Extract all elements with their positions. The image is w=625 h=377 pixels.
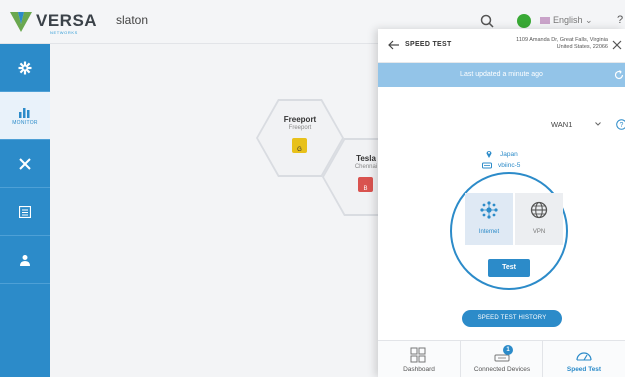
user-icon — [20, 254, 30, 266]
chevron-down-icon: ⌄ — [585, 15, 593, 25]
appliance-letter: B — [363, 186, 368, 192]
logo-text: VERSA — [36, 11, 98, 30]
appliance-icon: B — [358, 177, 373, 192]
option-vpn[interactable]: VPN — [515, 193, 563, 245]
sidebar-item-configure[interactable] — [0, 44, 50, 92]
status-indicator-icon[interactable] — [517, 14, 531, 28]
language-label: English — [553, 15, 583, 25]
tab-dashboard[interactable]: Dashboard — [378, 341, 460, 377]
option-label: Internet — [478, 229, 500, 235]
device-text: vbiinc-5 — [498, 161, 521, 169]
tab-label: Connected Devices — [473, 366, 531, 373]
speed-test-history-button[interactable]: SPEED TEST HISTORY — [462, 310, 562, 327]
site-location: Freeport — [288, 125, 312, 131]
chevron-down-icon — [595, 122, 601, 126]
address-line-2: United States, 22066 — [556, 44, 608, 50]
flag-icon — [540, 17, 550, 25]
location-row: Japan — [486, 149, 518, 159]
speedometer-icon — [576, 352, 592, 361]
panel-header: SPEED TEST 1109 Amanda Dr, Great Falls, … — [378, 29, 625, 63]
sidebar-item-users[interactable] — [0, 236, 50, 284]
language-select[interactable]: English ⌄ — [540, 15, 593, 26]
sidebar-item-tools[interactable] — [0, 140, 50, 188]
site-address: 1109 Amanda Dr, Great Falls, Virginia Un… — [490, 37, 608, 51]
tab-connected-devices[interactable]: 1 Connected Devices — [460, 341, 542, 377]
sidebar-item-label: MONITOR — [12, 119, 38, 126]
wan-select[interactable]: WAN1 — [543, 116, 603, 134]
refresh-icon[interactable] — [614, 70, 624, 80]
location-pin-icon — [486, 151, 492, 158]
close-icon[interactable] — [612, 40, 622, 50]
bottom-nav: Dashboard 1 Connected Devices Speed Test — [378, 340, 625, 377]
list-icon — [19, 205, 31, 218]
dashboard-grid-icon — [410, 347, 426, 363]
info-icon[interactable]: ? — [616, 119, 625, 130]
internet-node-icon — [480, 201, 498, 219]
sidebar-item-monitor[interactable]: MONITOR — [0, 92, 50, 140]
back-arrow-icon[interactable] — [388, 40, 400, 50]
gear-icon — [18, 61, 32, 74]
option-label: VPN — [532, 229, 546, 235]
versa-v-icon — [10, 12, 32, 32]
location-text: Japan — [500, 150, 518, 158]
address-line-1: 1109 Amanda Dr, Great Falls, Virginia — [516, 37, 608, 43]
speed-test-panel: SPEED TEST 1109 Amanda Dr, Great Falls, … — [378, 29, 625, 377]
appliance-icon: G — [292, 138, 307, 153]
globe-icon — [530, 201, 548, 219]
wan-select-value: WAN1 — [551, 120, 573, 129]
appliance-letter: G — [297, 147, 302, 153]
tab-label: Dashboard — [403, 366, 435, 373]
speed-test-dial: Internet VPN Test — [450, 172, 568, 290]
logo-subtext: NETWORKS — [50, 30, 78, 35]
tools-icon — [19, 157, 31, 170]
sidebar: MONITOR — [0, 44, 50, 377]
site-name: Freeport — [283, 115, 317, 124]
devices-count-badge: 1 — [503, 345, 513, 355]
appliance-device-icon — [482, 162, 492, 168]
search-icon[interactable] — [480, 14, 494, 28]
versa-logo[interactable]: VERSA NETWORKS — [10, 10, 97, 36]
last-updated-bar: Last updated a minute ago — [378, 63, 625, 87]
option-internet[interactable]: Internet — [465, 193, 513, 245]
svg-text:?: ? — [620, 122, 624, 129]
monitor-chart-icon — [19, 107, 30, 118]
tab-label: Speed Test — [566, 366, 602, 373]
tenant-name[interactable]: slaton — [116, 13, 148, 27]
device-row: vbiinc-5 — [482, 160, 520, 170]
panel-title: SPEED TEST — [405, 41, 452, 48]
help-icon[interactable]: ? — [617, 14, 623, 26]
last-updated-text: Last updated a minute ago — [460, 71, 543, 78]
tab-speed-test[interactable]: Speed Test — [542, 341, 624, 377]
test-button[interactable]: Test — [488, 259, 530, 277]
sidebar-item-list[interactable] — [0, 188, 50, 236]
